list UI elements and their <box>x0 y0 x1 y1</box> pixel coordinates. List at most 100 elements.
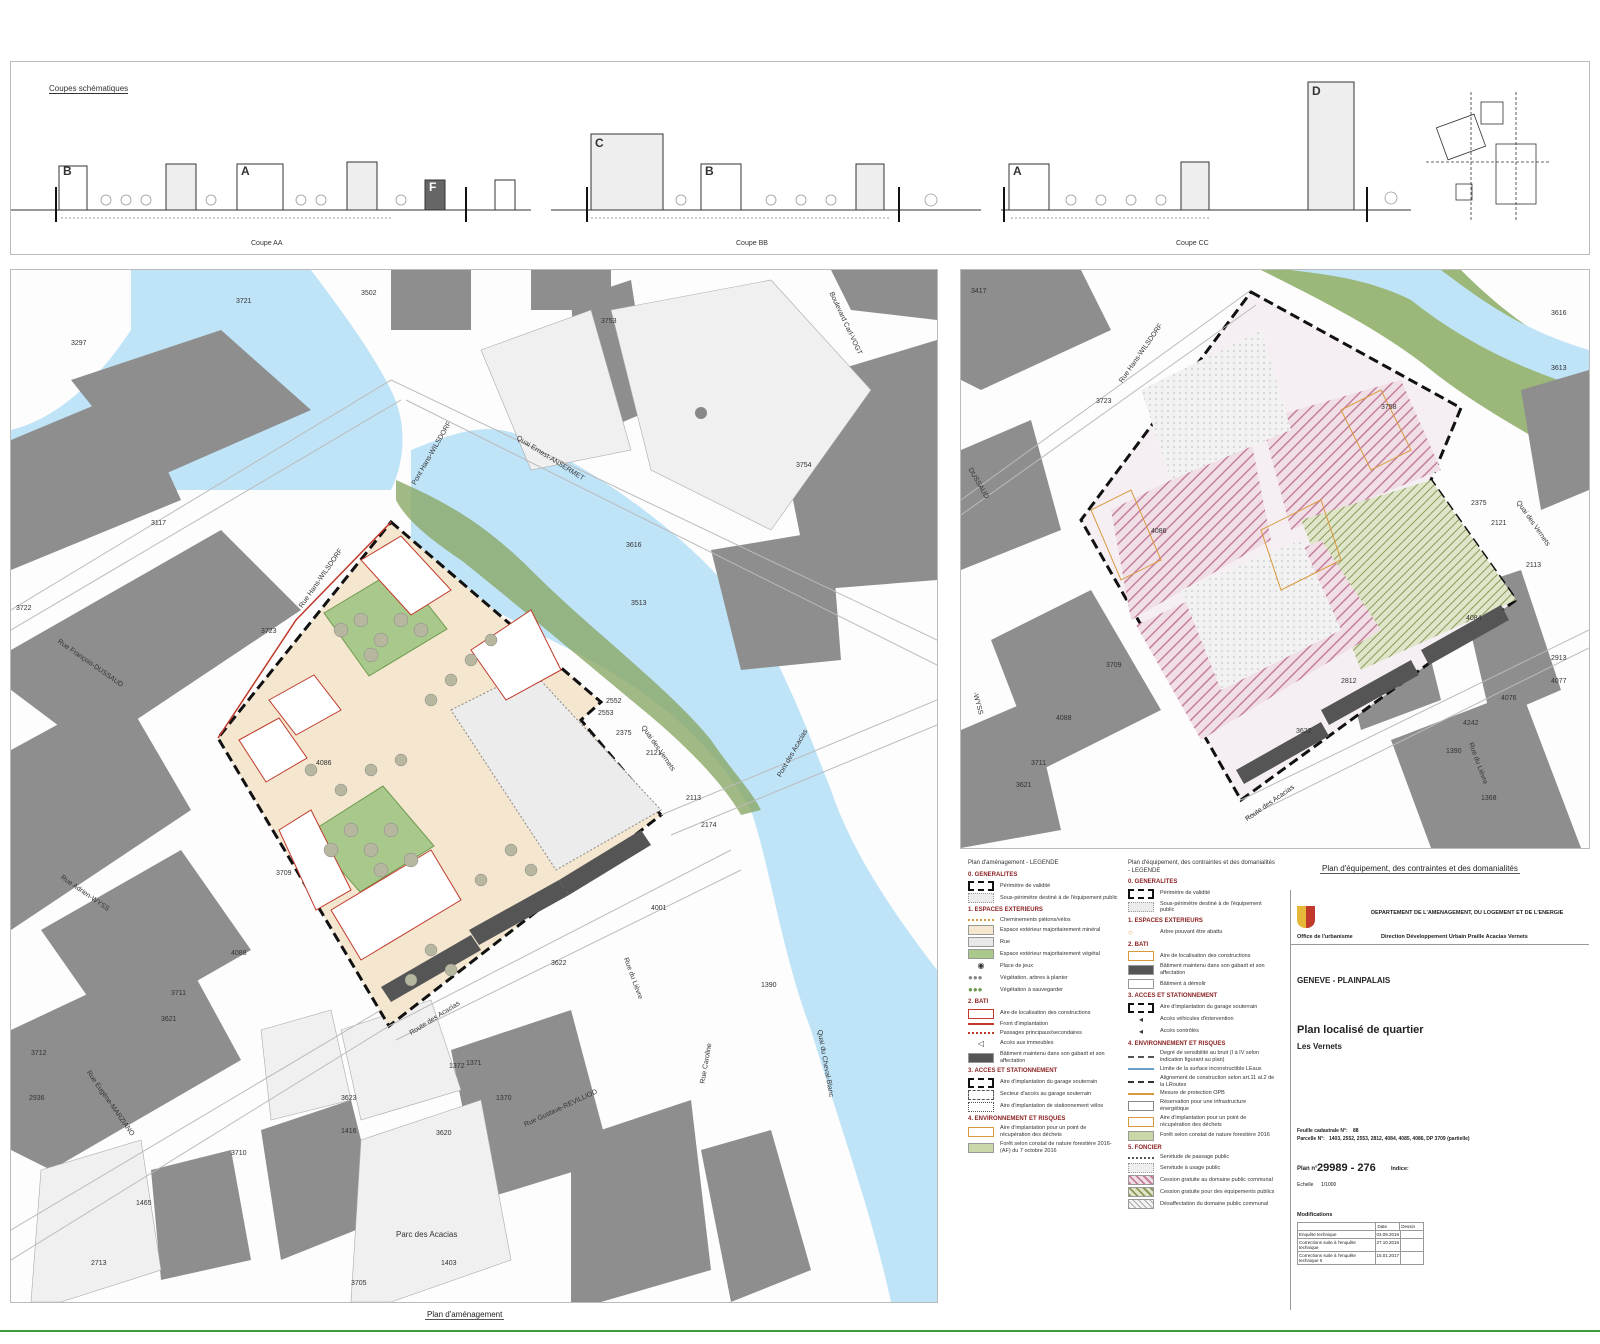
swatch-forest <box>968 1143 994 1153</box>
parcel-label: 3711 <box>171 990 187 997</box>
swatch-maintained <box>968 1052 994 1063</box>
parcel-label: 2812 <box>1341 678 1357 685</box>
parcel-label: 2113 <box>686 795 702 802</box>
legend-group: 2. BATI <box>968 999 989 1006</box>
date-col-header: Date <box>1375 1223 1399 1230</box>
legend-item: Aire de localisation des constructions <box>1000 1010 1091 1017</box>
section-letter-d: D <box>1312 84 1321 98</box>
equipement-map: Rue Hans-WILSDORF Quai des Vernets Route… <box>960 269 1590 849</box>
legend-group: 1. ESPACES EXTERIEURS <box>968 907 1043 913</box>
parcel-label: 3621 <box>1016 782 1032 789</box>
parcel-label: 1390 <box>761 982 777 989</box>
parcel-label: 3502 <box>361 290 377 297</box>
legend-item: Forêt selon constat de nature forestière… <box>1000 1141 1112 1154</box>
parcel-label: 3621 <box>161 1016 177 1023</box>
parcel-label: 2936 <box>29 1095 45 1102</box>
legend-item: Espace extérieur majoritairement minéral <box>1000 926 1101 933</box>
legend-item: Aire d'implantation pour un point de réc… <box>1000 1125 1087 1139</box>
legend-left-title: Plan d'aménagement - LEGENDE <box>968 860 1059 866</box>
parcel-label: 3758 <box>1381 404 1397 411</box>
parcel-label: 3623 <box>341 1095 357 1102</box>
echelle-value: 1/1000 <box>1321 1182 1337 1188</box>
parcel-label: 1416 <box>341 1128 357 1135</box>
access-arrow-icon: ◁ <box>977 1038 985 1048</box>
parcel-label: 1465 <box>136 1200 152 1207</box>
parcel-label: 3616 <box>1551 310 1567 317</box>
dept-name: DEPARTEMENT DE L'AMENAGEMENT, DU LOGEMEN… <box>1371 910 1564 916</box>
legend-item: Servitude à usage public <box>1160 1164 1221 1171</box>
swatch-noise <box>1128 1055 1154 1058</box>
parcel-label: 4076 <box>1501 695 1517 702</box>
title-block: DEPARTEMENT DE L'AMENAGEMENT, DU LOGEMEN… <box>1290 890 1589 1310</box>
parcel-label: 3753 <box>601 318 617 325</box>
swatch-usage-public <box>1128 1163 1154 1174</box>
legend-item: Secteur d'accès au garage souterrain <box>1000 1091 1092 1098</box>
swatch-vegetal <box>968 949 994 960</box>
swatch-street <box>968 937 994 948</box>
legend-item: Végétation à sauvegarder <box>1000 986 1063 993</box>
parcel-label: 3705 <box>351 1280 367 1287</box>
legend-amenagement: Plan d'aménagement - LEGENDE 0. GENERALI… <box>968 860 1118 1157</box>
plan-subtitle: Les Vernets <box>1297 1042 1342 1051</box>
coupe-cc-label: Coupe CC <box>1176 240 1209 247</box>
legend-item: Espace extérieur majoritairement végétal <box>1000 950 1100 957</box>
playground-icon: ◉ <box>977 961 985 971</box>
legend-group: 4. ENVIRONNEMENT ET RISQUES <box>968 1115 1066 1122</box>
parcel-label: 2113 <box>1526 562 1542 569</box>
parcel-label: 4088 <box>231 950 247 957</box>
parcel-label: 3622 <box>1296 728 1312 735</box>
legend-item: Périmètre de validité <box>1000 882 1051 889</box>
parcel-label: 3620 <box>436 1130 452 1137</box>
coupe-aa-label: Coupe AA <box>251 240 283 247</box>
echelle-label: Echelle <box>1297 1182 1314 1188</box>
indice-label: Indice: <box>1391 1166 1409 1172</box>
legend-item: Aire d'implantation du garage souterrain <box>1000 1079 1098 1086</box>
parcel-label: 4084 <box>1466 615 1482 622</box>
swatch-passages <box>968 1032 994 1035</box>
tree-kept-icon: ●●● <box>968 985 983 995</box>
swatch-passage-public <box>1128 1156 1154 1159</box>
parcel-label: 2553 <box>598 710 614 717</box>
plan-title: Plan localisé de quartier <box>1297 1024 1424 1036</box>
modif-col-header <box>1298 1223 1375 1230</box>
modif-desc: Corrections suite à l'enquête technique … <box>1299 1253 1356 1263</box>
modif-dessin <box>1399 1231 1423 1238</box>
parcel-label: 2913 <box>1551 655 1567 662</box>
modif-desc: Corrections suite à l'enquête technique <box>1299 1240 1356 1250</box>
legend-item: Aire d'implantation du garage souterrain <box>1160 1004 1258 1011</box>
parcel-label: 4077 <box>1551 678 1567 685</box>
section-letter-a2: A <box>1013 164 1022 178</box>
parcel-label: 3709 <box>276 870 292 877</box>
plan-no-label: Plan n° <box>1297 1166 1318 1172</box>
sections-title: Coupes schématiques <box>49 84 129 94</box>
legend-item: Végétation, arbres à planter <box>1000 974 1068 981</box>
bottom-rule <box>0 1330 1600 1332</box>
section-letter-f: F <box>429 180 437 194</box>
emergency-access-icon: ◂ <box>1138 1014 1143 1024</box>
parcel-label: 3721 <box>236 298 252 305</box>
parcel-label: 1370 <box>496 1095 512 1102</box>
legend-item: Accès aux immeubles <box>1000 1040 1054 1047</box>
sections-panel: Coupes schématiques B A F C B A D Coupe … <box>10 61 1590 255</box>
swatch-alignment <box>1128 1080 1154 1083</box>
amenagement-map: Quai Ernest-ANSERMET Pont Hans-WILSDORF … <box>10 269 938 1303</box>
parcel-label: 4242 <box>1463 720 1479 727</box>
parcel-label: 2375 <box>616 730 632 737</box>
legend-item: Sous-périmètre destiné à de l'équipement… <box>1160 900 1262 914</box>
parcel-label: 2121 <box>1491 520 1507 527</box>
swatch-demolish <box>1128 979 1154 989</box>
legend-item: Cession gratuite au domaine public commu… <box>1160 1176 1273 1183</box>
parcel-label: 4088 <box>1056 715 1072 722</box>
parcel-label: 3417 <box>971 288 987 295</box>
swatch-garage-access <box>968 1089 994 1100</box>
modifications-table: Date Dessin Enquête technique 03.09.2016… <box>1297 1222 1424 1265</box>
parcel-label: 3616 <box>626 542 642 549</box>
parcel-label: 3709 <box>1106 662 1122 669</box>
swatch-waste <box>968 1127 994 1138</box>
table-row: Corrections suite à l'enquête technique … <box>1298 1239 1423 1252</box>
legend-item: Place de jeux <box>1000 962 1034 969</box>
section-letter-b2: B <box>705 164 714 178</box>
office-name: Office de l'urbanisme <box>1297 934 1353 940</box>
modif-date: 27.10.2016 <box>1374 1239 1400 1251</box>
equipement-map-drawing <box>961 270 1589 848</box>
